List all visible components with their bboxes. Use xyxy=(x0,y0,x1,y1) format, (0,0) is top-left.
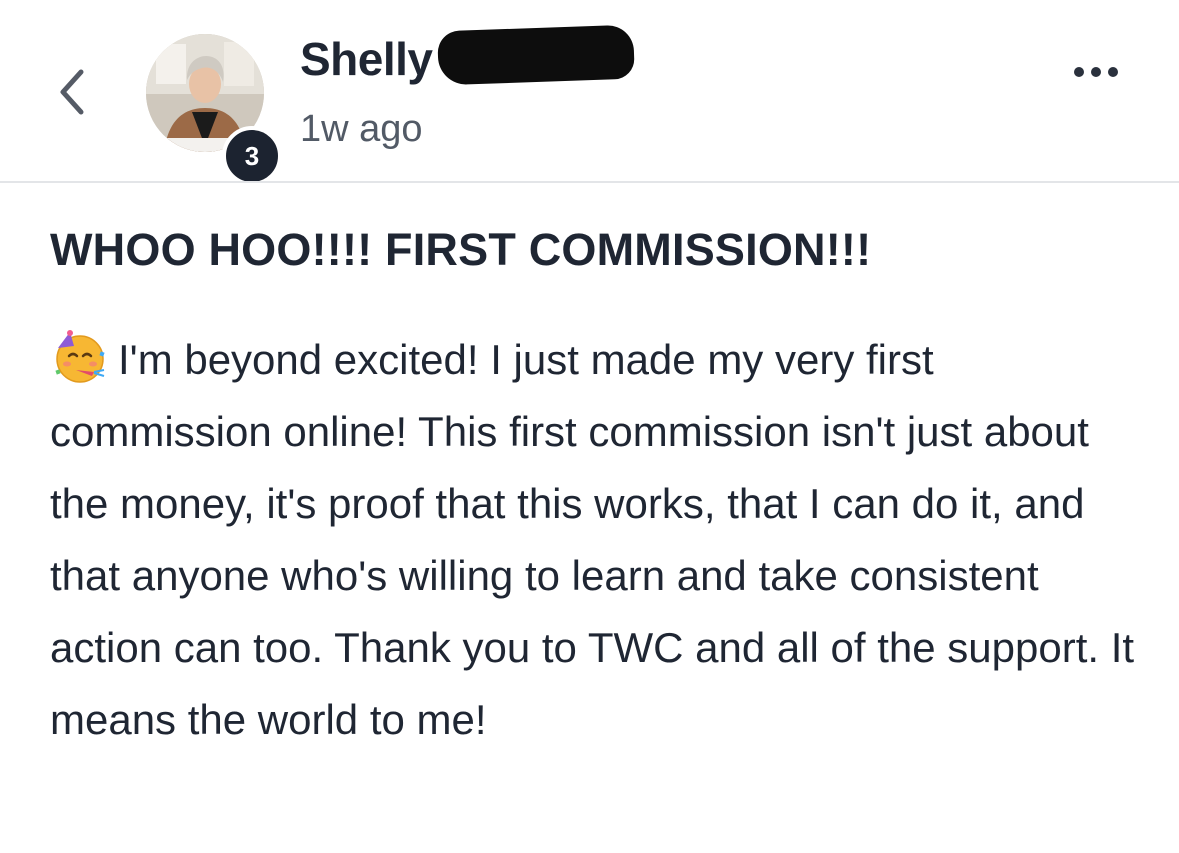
more-horizontal-icon-dot xyxy=(1091,67,1101,77)
post-timestamp: 1w ago xyxy=(300,108,423,150)
more-horizontal-icon xyxy=(1074,67,1084,77)
post-body-text: I'm beyond excited! I just made my very … xyxy=(50,336,1135,743)
post-body: I'm beyond excited! I just made my very … xyxy=(50,324,1150,756)
redaction-mark xyxy=(437,24,635,86)
chevron-left-icon xyxy=(60,69,84,115)
author-avatar-group[interactable]: 3 xyxy=(146,34,282,186)
partying-face-emoji-icon xyxy=(50,330,110,384)
more-options-button[interactable] xyxy=(1064,52,1128,92)
author-name[interactable]: Shelly xyxy=(300,32,433,86)
post-header: 3 Shelly 1w ago xyxy=(0,0,1179,186)
level-badge: 3 xyxy=(222,126,282,186)
back-button[interactable] xyxy=(44,60,100,124)
post-title: WHOO HOO!!!! FIRST COMMISSION!!! xyxy=(50,224,872,275)
more-horizontal-icon-dot xyxy=(1108,67,1118,77)
header-divider xyxy=(0,181,1179,183)
